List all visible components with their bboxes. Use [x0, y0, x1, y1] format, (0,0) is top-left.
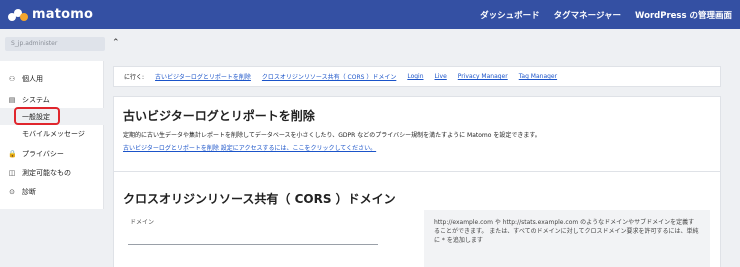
delete-settings-link[interactable]: 古いビジターログとリポートを削除 設定にアクセスするには、ここをクリックしてくだ… — [123, 143, 376, 152]
section-title: クロスオリジンリソース共有（ CORS ）ドメイン — [123, 192, 396, 206]
secondary-bar — [0, 29, 740, 58]
goto-link-privacy-manager[interactable]: Privacy Manager — [458, 73, 508, 80]
collapse-menu-icon[interactable]: ⌃ — [112, 38, 120, 48]
sidebar-item-label: 診断 — [22, 187, 36, 196]
domain-field-label: ドメイン — [130, 219, 155, 226]
logo-text: matomo — [32, 7, 94, 22]
site-selector-value: S_jp.administer — [11, 40, 58, 47]
matomo-logo[interactable]: matomo — [8, 6, 93, 23]
goto-link-tag-manager[interactable]: Tag Manager — [519, 73, 557, 80]
sidebar-item-measurables[interactable]: ◫ 測定可能なもの — [0, 164, 104, 181]
section-description: 定期的に古い生データや集計レポートを削除してデータベースを小さくしたり、GDPR… — [123, 132, 541, 139]
sidebar-item-personal[interactable]: ⚇ 個人用 — [0, 70, 104, 87]
system-icon: ▤ — [8, 95, 16, 104]
highlight-annotation — [14, 107, 60, 125]
domain-input[interactable] — [128, 244, 378, 245]
sidebar-item-label: 個人用 — [22, 74, 43, 83]
top-navigation-bar: matomo ダッシュボード タグマネージャー WordPress の管理画面 — [0, 0, 740, 29]
goto-label: に行く: — [124, 74, 145, 81]
lock-icon: 🔒 — [8, 149, 17, 158]
nav-tag-manager[interactable]: タグマネージャー — [554, 9, 621, 21]
matomo-logo-icon — [8, 8, 28, 22]
goto-link-live[interactable]: Live — [435, 73, 447, 80]
sidebar-item-privacy[interactable]: 🔒 プライバシー — [0, 145, 104, 162]
sidebar-item-label: プライバシー — [22, 149, 64, 158]
cors-help-text: http://example.com や http://stats.exampl… — [424, 210, 710, 267]
site-selector[interactable]: S_jp.administer — [5, 37, 105, 51]
section-title: 古いビジターログとリポートを削除 — [123, 109, 315, 123]
sidebar-item-label: 測定可能なもの — [22, 168, 71, 177]
sidebar-item-label: システム — [22, 95, 50, 104]
goto-bar: に行く: 古いビジターログとリポートを削除 クロスオリジンリソース共有（ COR… — [113, 66, 721, 87]
goto-link-login[interactable]: Login — [407, 73, 423, 80]
sidebar-item-mobile-messaging[interactable]: モバイルメッセージ — [0, 125, 104, 142]
goto-link-cors[interactable]: クロスオリジンリソース共有（ CORS ）ドメイン — [262, 72, 396, 81]
admin-sidebar: ⚇ 個人用 ▤ システム 一般設定 モバイルメッセージ 🔒 プライバシー ◫ 測… — [0, 61, 104, 209]
sidebar-item-label: モバイルメッセージ — [22, 129, 85, 138]
measurable-icon: ◫ — [8, 168, 16, 177]
person-icon: ⚇ — [8, 74, 16, 83]
diagnostic-icon: ⊙ — [9, 187, 15, 196]
cors-section: クロスオリジンリソース共有（ CORS ）ドメイン ドメイン http://ex… — [113, 171, 721, 267]
top-nav-links: ダッシュボード タグマネージャー WordPress の管理画面 — [480, 0, 732, 29]
sidebar-item-diagnostic[interactable]: ⊙ 診断 — [0, 183, 104, 200]
goto-link-delete-logs[interactable]: 古いビジターログとリポートを削除 — [155, 72, 251, 81]
nav-dashboard[interactable]: ダッシュボード — [480, 9, 540, 21]
nav-wordpress-admin[interactable]: WordPress の管理画面 — [635, 9, 732, 21]
sidebar-item-system[interactable]: ▤ システム — [0, 91, 104, 108]
